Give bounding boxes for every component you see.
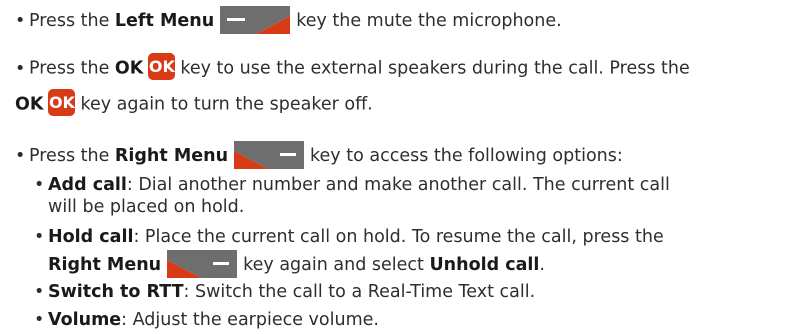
ok-post1: key to use the external speakers during … — [180, 58, 690, 79]
right-menu-post: key to access the following options: — [310, 146, 623, 166]
hold-call-text1: : Place the current call on hold. To res… — [133, 227, 664, 247]
bullet-dot: • — [34, 282, 45, 302]
left-menu-pre: Press the — [29, 11, 115, 31]
ok-bold: OK — [114, 58, 144, 79]
right-menu-key-icon — [234, 139, 305, 169]
switch-rtt-text: : Switch the call to a Real-Time Text ca… — [183, 282, 536, 302]
hold-call-bold2: Right Menu — [48, 255, 162, 275]
bullet-ok-line2: OK OK key again to turn the speaker off. — [15, 89, 373, 118]
hold-call-text3: . — [539, 255, 545, 275]
bullet-dot: • — [15, 58, 26, 79]
bullet-dot: • — [34, 227, 45, 247]
right-menu-key-icon-2 — [167, 248, 238, 278]
bullet-right-menu: • Press the Right Menu key to access the f… — [15, 141, 623, 171]
left-menu-bold: Left Menu — [114, 11, 215, 31]
option-add-call-line1: • Add call: Dial another number and make … — [34, 174, 670, 196]
add-call-text2: will be placed on hold. — [48, 197, 245, 217]
bullet-dot: • — [34, 175, 45, 195]
ok-key-icon: OK — [148, 53, 176, 80]
hold-call-bold: Hold call — [48, 227, 134, 247]
add-call-bold: Add call — [48, 175, 127, 195]
ok-bold2: OK — [15, 94, 44, 115]
ok-pre: Press the — [29, 58, 115, 79]
switch-rtt-bold: Switch to RTT — [48, 282, 184, 302]
right-menu-bold: Right Menu — [114, 146, 229, 166]
bullet-dot: • — [34, 310, 45, 330]
option-add-call-line2: will be placed on hold. — [48, 196, 244, 218]
bullet-dot: • — [15, 11, 26, 31]
option-hold-call-line2: Right Menu key again and select Unhold ca… — [48, 250, 545, 280]
bullet-left-menu: • Press the Left Menu key the mute the mic… — [15, 6, 562, 36]
left-menu-post: key the mute the microphone. — [296, 11, 562, 31]
option-volume: • Volume: Adjust the earpiece volume. — [34, 309, 379, 331]
right-menu-pre: Press the — [29, 146, 115, 166]
bullet-dot: • — [15, 146, 26, 166]
option-hold-call-line1: • Hold call: Place the current call on ho… — [34, 226, 664, 248]
volume-bold: Volume — [48, 310, 122, 330]
option-switch-rtt: • Switch to RTT: Switch the call to a Rea… — [34, 281, 535, 303]
bullet-ok-line1: • Press the OK OK key to use the external s… — [15, 53, 690, 82]
left-menu-key-icon — [220, 4, 291, 34]
hold-call-bold3: Unhold call — [429, 255, 540, 275]
volume-text: : Adjust the earpiece volume. — [121, 310, 379, 330]
ok-key-icon-2: OK — [48, 89, 76, 116]
add-call-text1: : Dial another number and make another c… — [126, 175, 670, 195]
ok-post2: key again to turn the speaker off. — [80, 94, 373, 115]
hold-call-text2: key again and select — [243, 255, 430, 275]
